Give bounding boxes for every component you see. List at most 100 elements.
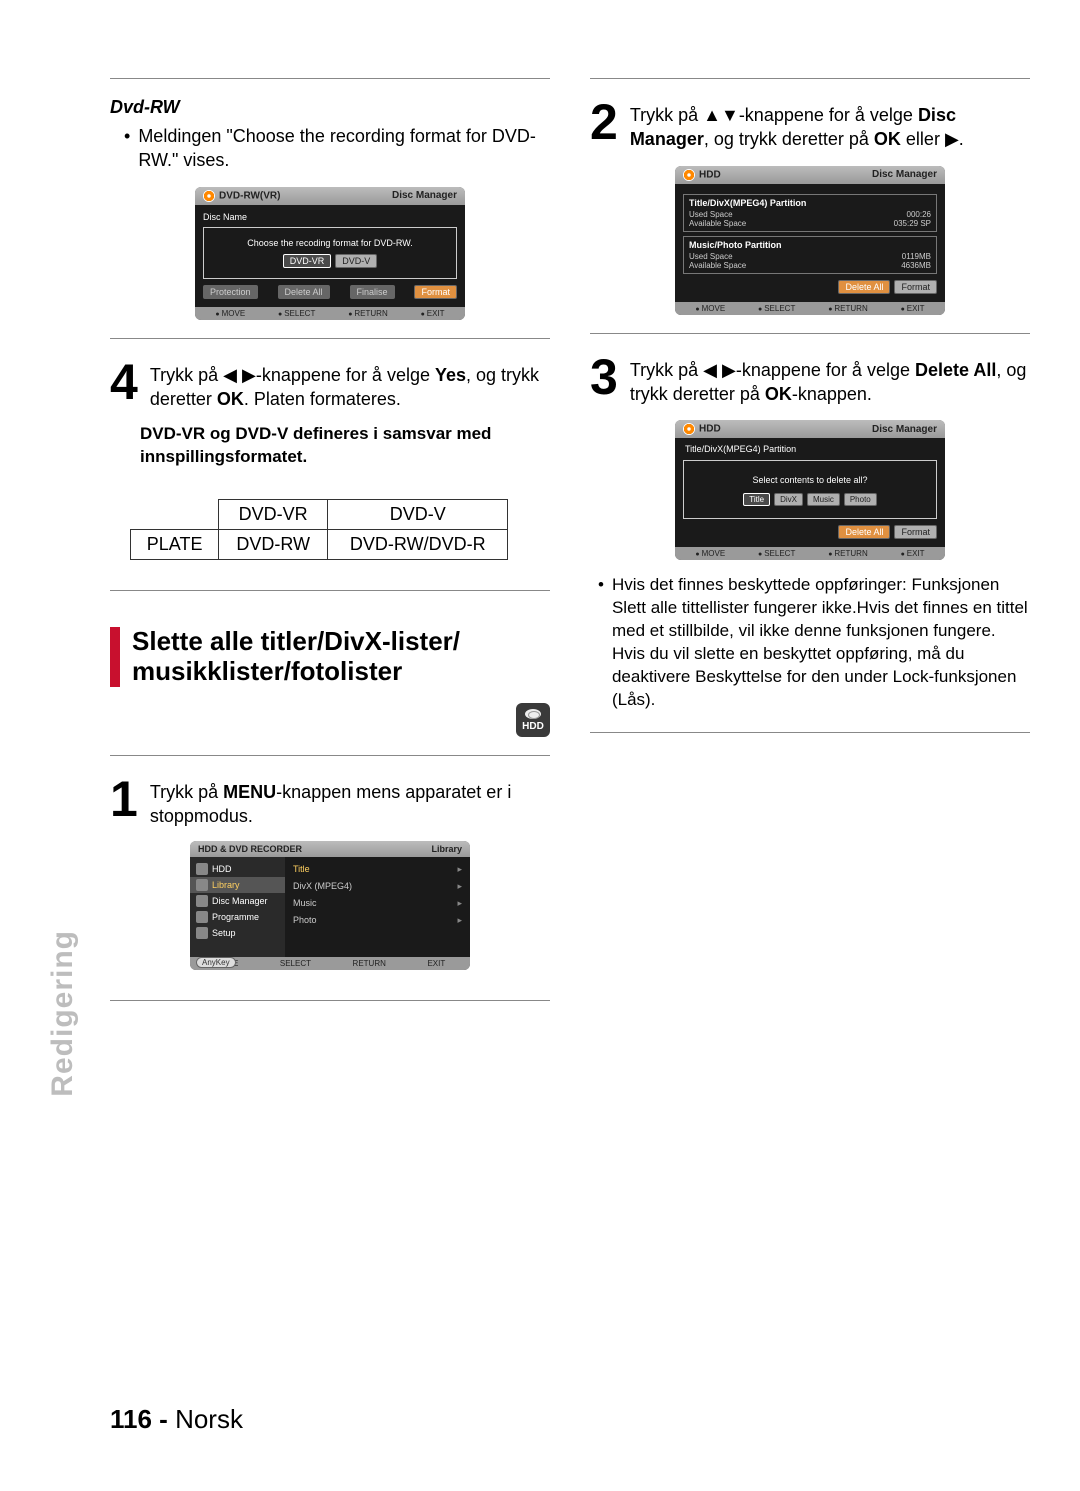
hint-exit: EXIT [901, 304, 925, 313]
btn-delete-all[interactable]: Delete All [278, 285, 330, 299]
row: Used Space0119MB [689, 252, 931, 261]
step-2: 2 Trykk på ▲▼-knappene for å velge Disc … [590, 97, 1030, 152]
panel-header-left: DVD-RW(VR) [203, 190, 280, 202]
hint-exit: EXIT [421, 309, 445, 318]
step-3: 3 Trykk på ◀ ▶-knappene for å velge Dele… [590, 352, 1030, 407]
list-item-photo[interactable]: Photo [293, 912, 462, 929]
menu-item-setup[interactable]: Setup [190, 925, 285, 941]
arrow-left-right-icon: ◀ ▶ [703, 360, 736, 380]
panel-footer: MOVE SELECT RETURN EXIT [675, 302, 945, 315]
left-column: Dvd-RW Meldingen "Choose the recording f… [110, 60, 550, 1019]
btn-finalise[interactable]: Finalise [350, 285, 395, 299]
disc-manager-icon [196, 895, 208, 907]
hint-move: MOVE [215, 309, 245, 318]
panel-bottom-buttons: Delete All Format [683, 280, 937, 294]
divider [110, 1000, 550, 1001]
hint-return: RETURN [353, 959, 386, 968]
btn-delete-all[interactable]: Delete All [838, 280, 890, 294]
divider [110, 590, 550, 591]
btn-music[interactable]: Music [807, 493, 840, 506]
btn-title[interactable]: Title [743, 493, 770, 506]
right-column: 2 Trykk på ▲▼-knappene for å velge Disc … [590, 60, 1030, 1019]
panel-bottom-buttons: Delete All Format [683, 525, 937, 539]
step-number: 3 [590, 352, 618, 402]
library-header-right: Library [431, 844, 462, 854]
list-item-divx[interactable]: DivX (MPEG4) [293, 878, 462, 895]
btn-protection[interactable]: Protection [203, 285, 258, 299]
library-panel: HDD & DVD RECORDER Library HDD Library D… [190, 841, 470, 970]
disc-icon [203, 190, 215, 202]
cell: DVD-RW [219, 530, 328, 560]
panel-header: DVD-RW(VR) Disc Manager [195, 187, 465, 205]
btn-divx[interactable]: DivX [774, 493, 803, 506]
divider [590, 78, 1030, 79]
dvdrw-bullet: Meldingen "Choose the recording format f… [110, 124, 550, 173]
format-note: DVD-VR og DVD-V defineres i samsvar med … [110, 423, 550, 469]
chapter-tab: Redigering [46, 930, 80, 1097]
list-item-title[interactable]: Title [293, 861, 462, 878]
btn-dvd-v[interactable]: DVD-V [335, 254, 377, 268]
hint-return: RETURN [828, 304, 868, 313]
hdd-badge: HDD [516, 703, 550, 737]
hdd-badge-row: HDD [110, 697, 550, 737]
partition-group-2: Music/Photo Partition Used Space0119MB A… [683, 236, 937, 274]
hint-move: MOVE [695, 304, 725, 313]
menu-item-programme[interactable]: Programme [190, 909, 285, 925]
panel-footer: MOVE SELECT RETURN EXIT [675, 547, 945, 560]
hint-select: SELECT [280, 959, 311, 968]
page-columns: Dvd-RW Meldingen "Choose the recording f… [50, 60, 1030, 1019]
library-left-menu: HDD Library Disc Manager Programme Setup [190, 857, 285, 957]
step-number: 1 [110, 774, 138, 824]
btn-dvd-vr[interactable]: DVD-VR [283, 254, 332, 268]
chevron-right-icon [457, 864, 462, 875]
cell: DVD-V [328, 500, 508, 530]
step-number: 2 [590, 97, 618, 147]
page-footer: 116 - Norsk [110, 1404, 243, 1435]
cell: DVD-RW/DVD-R [328, 530, 508, 560]
list-item-music[interactable]: Music [293, 895, 462, 912]
hdd-icon [683, 423, 695, 435]
btn-format[interactable]: Format [894, 280, 937, 294]
menu-item-disc-manager[interactable]: Disc Manager [190, 893, 285, 909]
page-lang: Norsk [175, 1404, 243, 1434]
library-body: HDD Library Disc Manager Programme Setup… [190, 857, 470, 957]
step-text: Trykk på ◀ ▶-knappene for å velge Delete… [630, 352, 1030, 407]
hint-move: MOVE [695, 549, 725, 558]
anykey-badge: AnyKey [196, 957, 236, 968]
hint-select: SELECT [758, 549, 795, 558]
notes-list: Hvis det finnes beskyttede oppføringer: … [590, 574, 1030, 712]
panel-header: HDD Disc Manager [675, 166, 945, 184]
menu-item-hdd[interactable]: HDD [190, 861, 285, 877]
panel-body: Title/DivX(MPEG4) Partition Select conte… [675, 438, 945, 547]
panel-prompt: Choose the recoding format for DVD-RW. D… [203, 227, 457, 279]
title-text: Slette alle titler/DivX-lister/ musikkli… [132, 627, 460, 687]
panel-prompt: Select contents to delete all? Title Div… [683, 460, 937, 519]
divider [110, 338, 550, 339]
disc-manager-panel-hdd: HDD Disc Manager Title/DivX(MPEG4) Parti… [675, 166, 945, 315]
menu-item-library[interactable]: Library [190, 877, 285, 893]
step-text: Trykk på ▲▼-knappene for å velge Disc Ma… [630, 97, 1030, 152]
disc-manager-panel-delete: HDD Disc Manager Title/DivX(MPEG4) Parti… [675, 420, 945, 560]
setup-icon [196, 927, 208, 939]
disc-manager-panel-format: DVD-RW(VR) Disc Manager Disc Name Choose… [195, 187, 465, 320]
hdd-icon [683, 169, 695, 181]
panel-body: Title/DivX(MPEG4) Partition Used Space00… [675, 184, 945, 302]
btn-delete-all[interactable]: Delete All [838, 525, 890, 539]
divider [590, 732, 1030, 733]
hint-exit: EXIT [901, 549, 925, 558]
btn-format[interactable]: Format [414, 285, 457, 299]
divider [590, 333, 1030, 334]
library-icon [196, 879, 208, 891]
btn-photo[interactable]: Photo [844, 493, 877, 506]
panel-header-left: HDD [683, 423, 721, 435]
row: Available Space035:29 SP [689, 219, 931, 228]
panel-header-right: Disc Manager [392, 190, 457, 201]
hint-exit: EXIT [427, 959, 445, 968]
group-title: Title/DivX(MPEG4) Partition [689, 198, 931, 208]
row: Used Space000:26 [689, 210, 931, 219]
btn-format[interactable]: Format [894, 525, 937, 539]
page-number: 116 - [110, 1404, 168, 1434]
divider [110, 755, 550, 756]
hint-return: RETURN [348, 309, 388, 318]
panel-header-right: Disc Manager [872, 169, 937, 180]
